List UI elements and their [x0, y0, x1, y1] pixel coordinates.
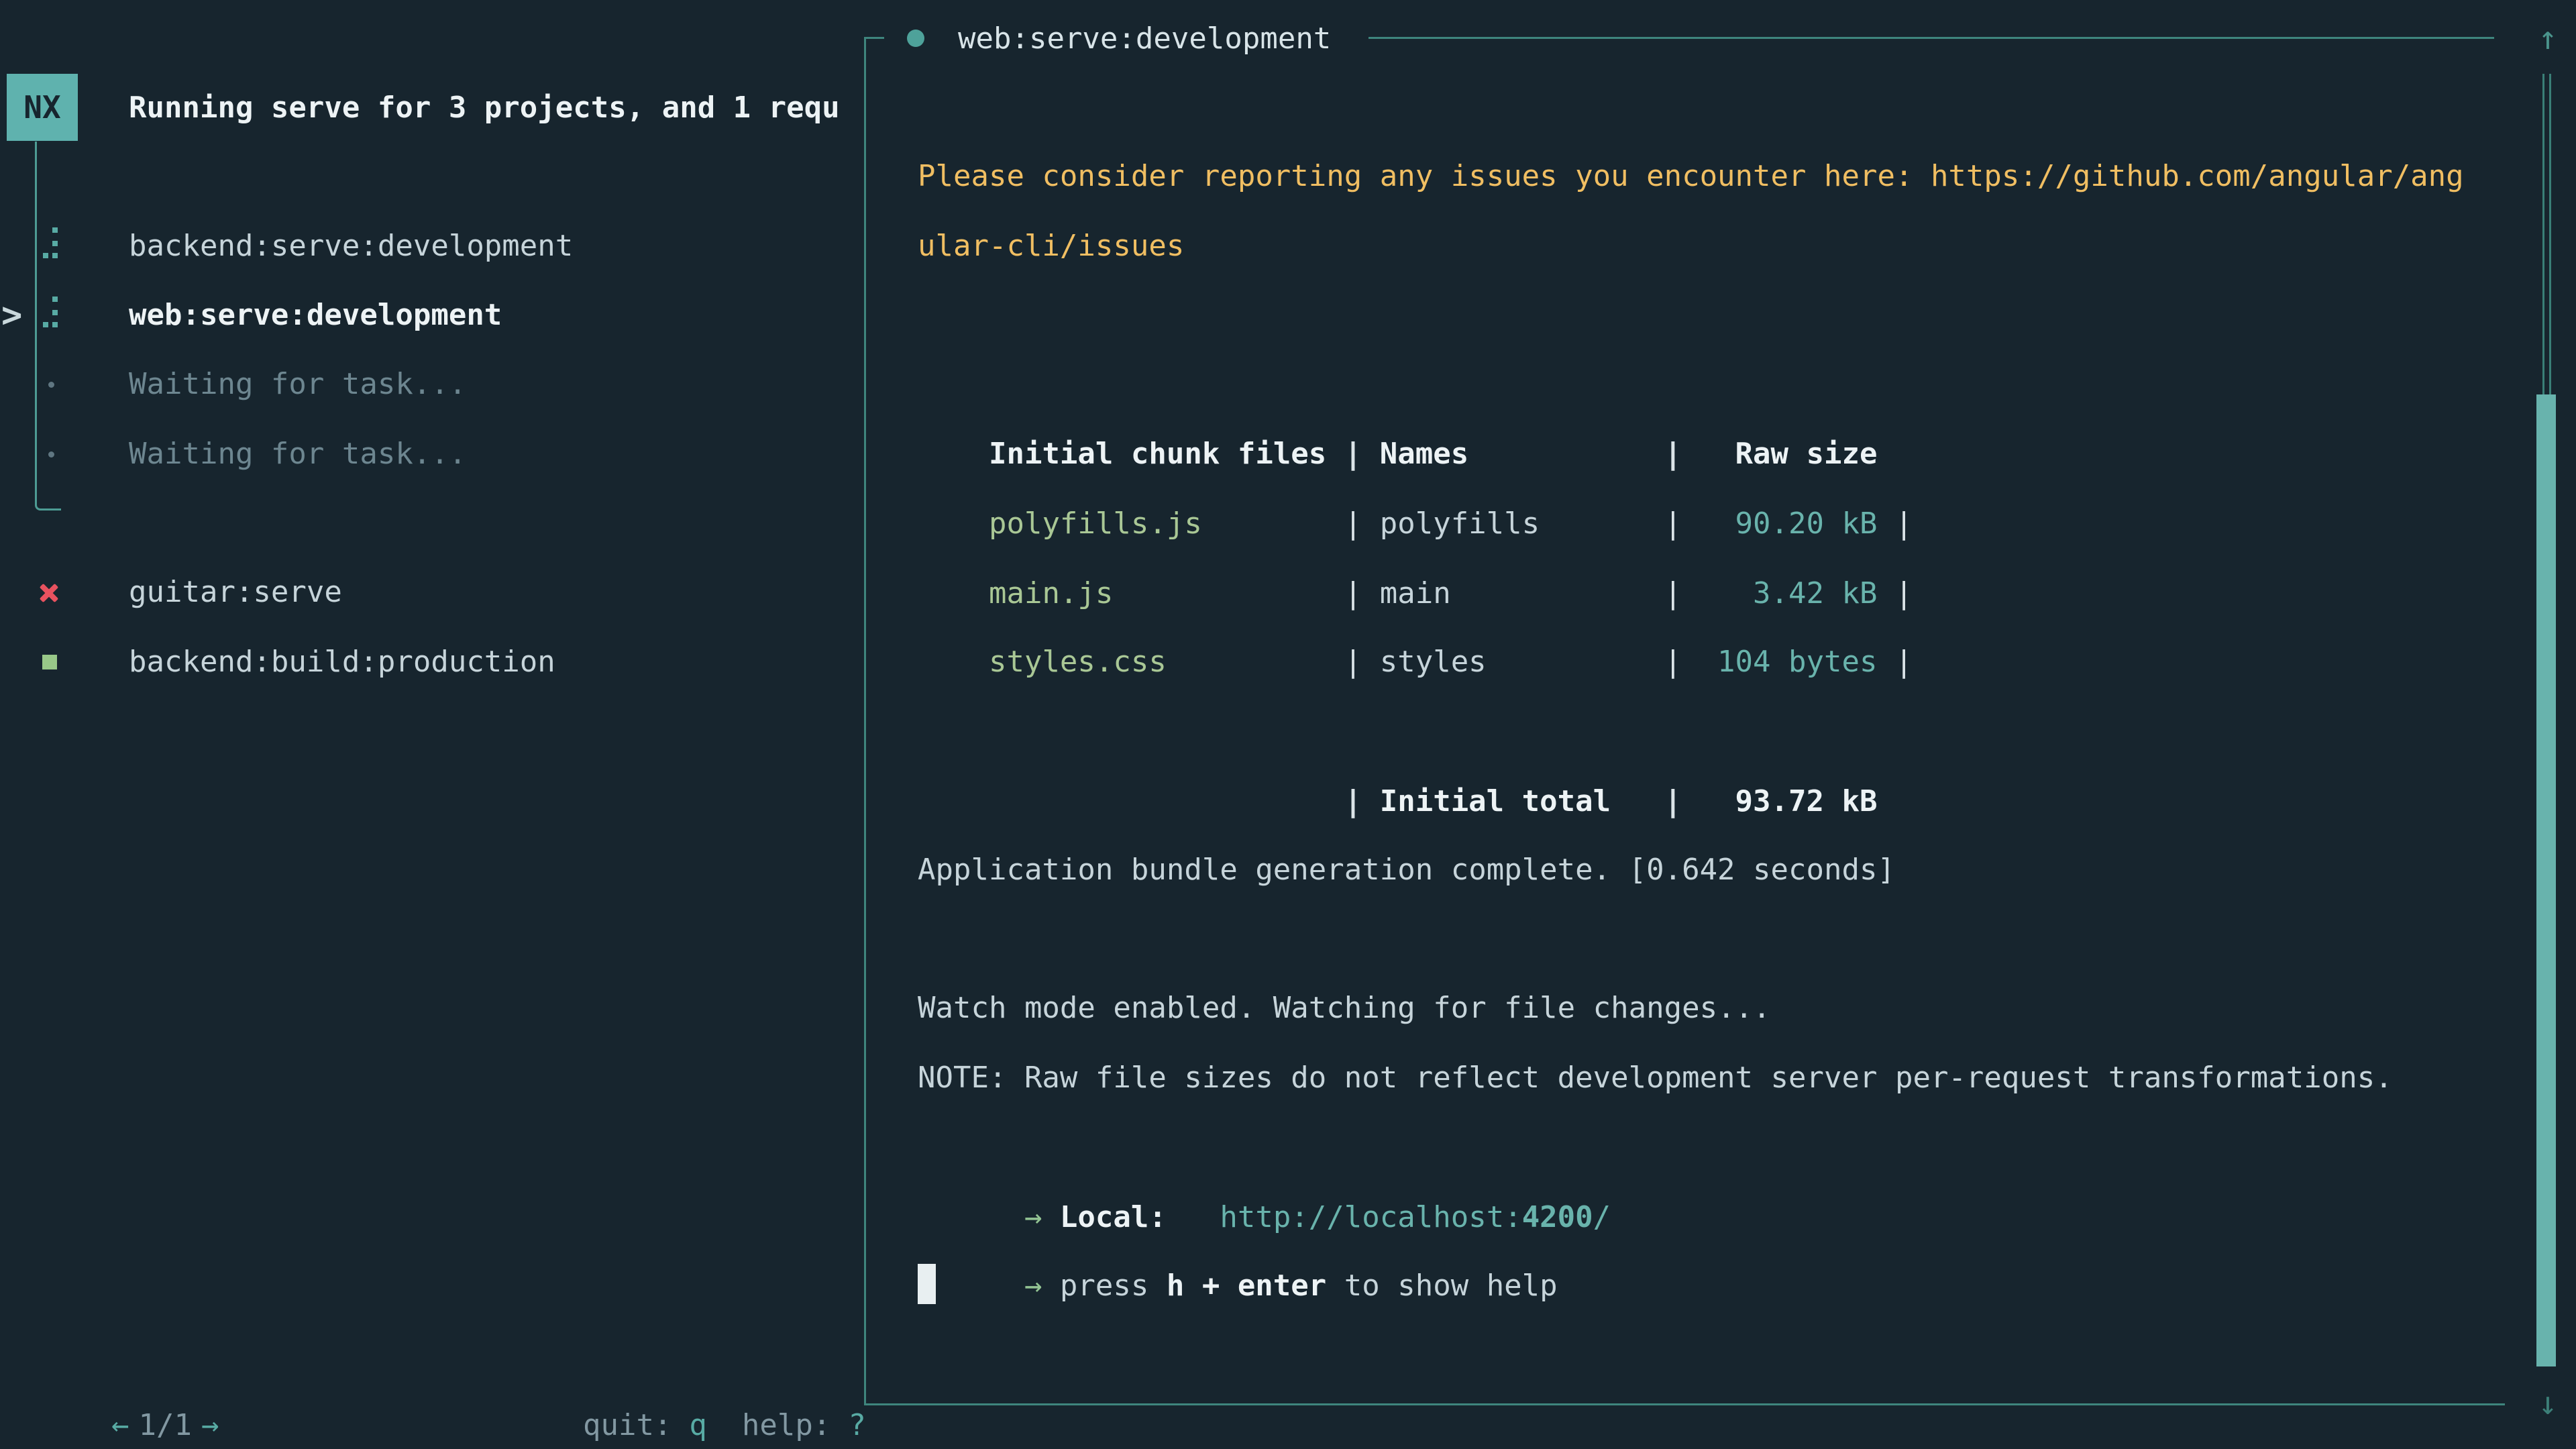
- panel-border-bottom: [864, 1403, 2505, 1405]
- task-label: Waiting for task...: [129, 419, 466, 489]
- task-row-web-serve[interactable]: web:serve:development: [0, 280, 863, 350]
- panel-title-row: web:serve:development: [907, 3, 1331, 73]
- panel-border-left: [864, 37, 866, 1405]
- keyboard-shortcuts: quit:qhelp:?: [512, 1321, 866, 1391]
- chunk-table-row: styles.css|styles|104 bytes|: [918, 557, 1913, 627]
- local-server-line: →Local:http://localhost:4200/: [918, 1113, 1611, 1183]
- task-row-waiting-1[interactable]: Waiting for task...: [0, 350, 863, 419]
- table-pipe: |: [1664, 767, 1700, 837]
- total-label: Initial total: [1380, 767, 1664, 837]
- help-suffix: to show help: [1344, 1269, 1558, 1303]
- spinner-icon: [43, 297, 48, 302]
- help-key: ?: [848, 1408, 866, 1442]
- waiting-dot-icon: [48, 382, 54, 388]
- local-url-slash[interactable]: /: [1593, 1200, 1611, 1234]
- bundle-complete-line: Application bundle generation complete. …: [918, 835, 1895, 905]
- spinner-icon: [43, 227, 48, 233]
- scroll-down-arrow-icon[interactable]: ↓: [2530, 1368, 2565, 1438]
- sidebar-header: Running serve for 3 projects, and 1 requ: [129, 73, 863, 143]
- chunk-table-header: Initial chunk files|Names|Raw size: [918, 350, 1877, 419]
- help-prefix: press: [1060, 1269, 1148, 1303]
- chunk-table-row: polyfills.js|polyfills|90.20 kB|: [918, 419, 1913, 489]
- task-label: Waiting for task...: [129, 350, 466, 419]
- arrow-icon: →: [1024, 1269, 1042, 1303]
- table-pipe: |: [1344, 767, 1380, 837]
- issue-report-line-1: Please consider reporting any issues you…: [918, 142, 2464, 211]
- help-hint-line: →pressh + enterto show help: [918, 1181, 1558, 1251]
- chunk-size: 104 bytes: [1700, 627, 1878, 697]
- chunk-table-total-row: |Initial total|93.72 kB: [918, 697, 1877, 767]
- task-row-guitar-serve[interactable]: guitar:serve: [0, 557, 863, 627]
- scroll-up-arrow-icon[interactable]: ↑: [2530, 3, 2565, 73]
- scrollbar-thumb[interactable]: [2536, 394, 2556, 1366]
- chunk-file: styles.css: [989, 627, 1344, 697]
- quit-label: quit:: [583, 1408, 672, 1442]
- issue-report-line-2: ular-cli/issues: [918, 211, 1184, 281]
- table-pipe: |: [1664, 627, 1700, 697]
- running-bullet-icon: [907, 30, 924, 47]
- quit-key: q: [689, 1408, 707, 1442]
- failed-cross-icon: [38, 583, 60, 603]
- task-label: backend:build:production: [129, 627, 555, 697]
- task-label: backend:serve:development: [129, 211, 573, 281]
- waiting-dot-icon: [48, 451, 54, 458]
- table-pipe: |: [1877, 627, 1913, 697]
- prev-page-arrow-icon[interactable]: ←: [111, 1408, 129, 1442]
- help-label: help:: [742, 1408, 830, 1442]
- next-page-arrow-icon[interactable]: →: [201, 1408, 219, 1442]
- total-size: 93.72 kB: [1700, 767, 1878, 837]
- nx-logo-badge: NX: [7, 74, 78, 141]
- help-keys: h + enter: [1167, 1269, 1326, 1303]
- page-indicator: 1/1: [138, 1408, 191, 1442]
- task-row-backend-build[interactable]: backend:build:production: [0, 627, 863, 697]
- watch-mode-line: Watch mode enabled. Watching for file ch…: [918, 973, 1771, 1043]
- chunk-name: styles: [1380, 627, 1664, 697]
- task-label: guitar:serve: [129, 557, 342, 627]
- terminal-cursor: [918, 1264, 936, 1304]
- success-square-icon: [42, 655, 57, 669]
- table-pipe: |: [1344, 627, 1380, 697]
- panel-border-top: [1368, 37, 2494, 39]
- page-navigation: ←1/1→: [40, 1321, 219, 1391]
- note-line: NOTE: Raw file sizes do not reflect deve…: [918, 1043, 2393, 1113]
- chunk-table-row: main.js|main|3.42 kB|: [918, 489, 1913, 559]
- task-row-backend-serve[interactable]: backend:serve:development: [0, 211, 863, 281]
- task-row-waiting-2[interactable]: Waiting for task...: [0, 419, 863, 489]
- panel-border-top-stub: [864, 37, 884, 39]
- panel-title: web:serve:development: [958, 21, 1331, 56]
- nx-terminal-ui: NX Running serve for 3 projects, and 1 r…: [0, 0, 2576, 1449]
- task-label: web:serve:development: [129, 280, 502, 350]
- scrollbar-track[interactable]: [2542, 74, 2551, 394]
